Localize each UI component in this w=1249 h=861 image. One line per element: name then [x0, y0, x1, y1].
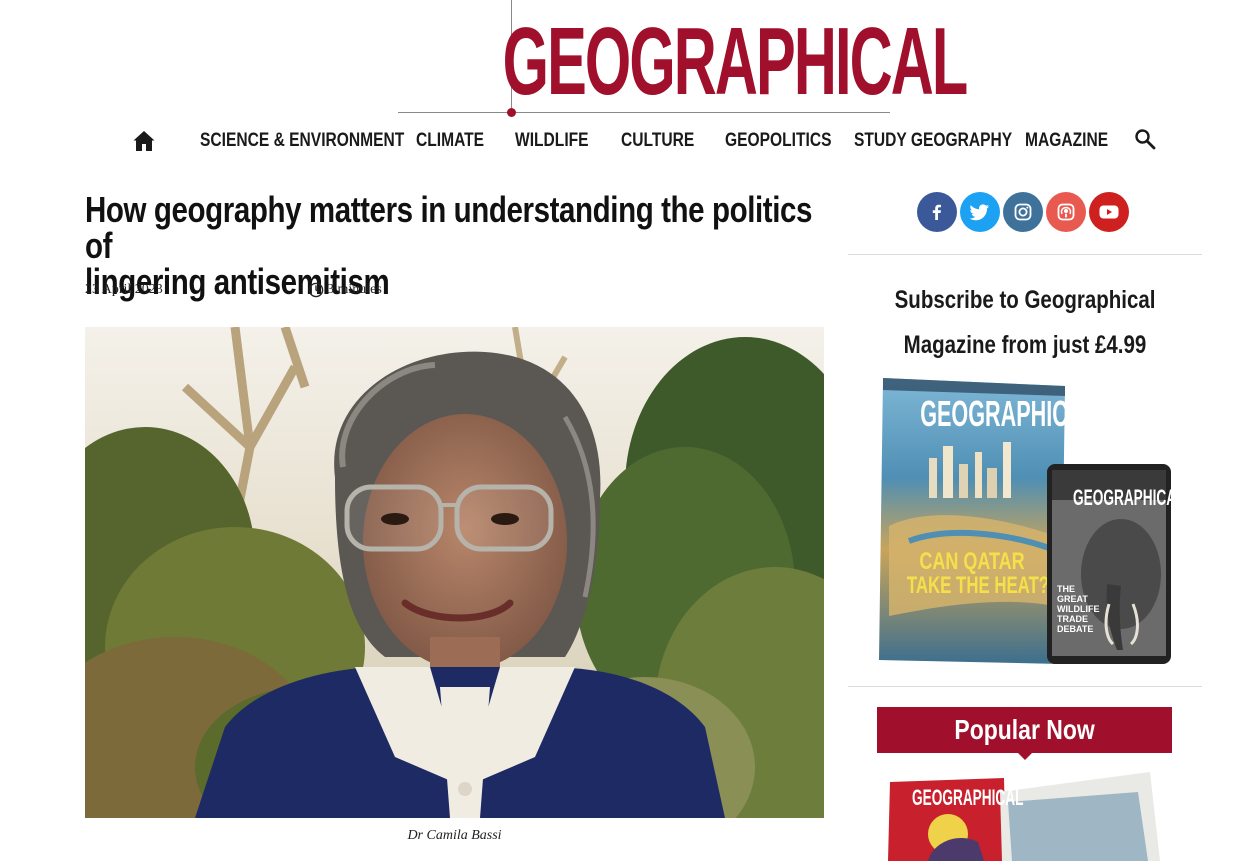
sidebar-divider-bottom: [848, 686, 1202, 687]
magazine-cover-digital[interactable]: GEOGRAPHICAL THE GREAT WILDLIFE TRADE DE…: [1047, 464, 1185, 664]
facebook-icon[interactable]: [917, 192, 957, 232]
article-hero-image: [85, 327, 824, 818]
main-nav: SCIENCE & ENVIRONMENT CLIMATE WILDLIFE C…: [0, 124, 1249, 158]
article-date: 23 April 2023: [85, 282, 163, 297]
popular-now-notch: [1018, 753, 1032, 760]
read-time: 3 minutes: [308, 280, 382, 300]
nav-item-science-environment[interactable]: SCIENCE & ENVIRONMENT: [200, 124, 404, 158]
subscribe-line-2: Magazine from just £4.99: [903, 331, 1147, 359]
youtube-icon[interactable]: [1089, 192, 1129, 232]
instagram-icon[interactable]: [1003, 192, 1043, 232]
cover-title: GEOGRAPHICAL: [920, 393, 1097, 434]
article-title: How geography matters in understanding t…: [85, 192, 823, 300]
clock-icon: [308, 282, 324, 298]
home-icon[interactable]: [132, 129, 156, 153]
popular-thumb-title: GEOGRAPHICAL: [912, 785, 1024, 810]
nav-item-climate[interactable]: CLIMATE: [416, 124, 484, 158]
tablet-title: GEOGRAPHICAL: [1073, 485, 1185, 510]
popular-now-heading: Popular Now: [877, 707, 1172, 753]
search-icon[interactable]: [1134, 128, 1156, 150]
magazine-cover-print[interactable]: GEOGRAPHICAL CAN QATAR TAKE THE HEAT?: [879, 376, 1097, 664]
article-title-line-1: How geography matters in understanding t…: [85, 189, 813, 266]
subscribe-line-1: Subscribe to Geographical: [894, 286, 1156, 314]
nav-item-magazine[interactable]: MAGAZINE: [1025, 124, 1108, 158]
twitter-icon[interactable]: [960, 192, 1000, 232]
masthead: GEOGRAPHICAL: [0, 0, 1249, 120]
nav-item-wildlife[interactable]: WILDLIFE: [515, 124, 589, 158]
nav-item-culture[interactable]: CULTURE: [621, 124, 694, 158]
tablet-headline-3: WILDLIFE: [1057, 604, 1100, 614]
podcast-icon[interactable]: [1046, 192, 1086, 232]
article-title-line-2: lingering antisemitism: [85, 261, 390, 302]
portrait-photo: [85, 327, 824, 818]
site-logo[interactable]: GEOGRAPHICAL: [398, 0, 969, 118]
nav-item-study-geography[interactable]: STUDY GEOGRAPHY: [854, 124, 1012, 158]
popular-now-label: Popular Now: [954, 714, 1095, 745]
image-caption: Dr Camila Bassi: [407, 828, 502, 843]
tablet-headline-2: GREAT: [1057, 594, 1088, 604]
cover-headline-1: CAN QATAR: [919, 548, 1025, 575]
read-time-text: 3 minutes: [327, 282, 382, 297]
tablet-headline-1: THE: [1057, 584, 1075, 594]
popular-article-thumbnail[interactable]: GEOGRAPHICAL: [888, 772, 1160, 861]
tablet-headline-5: DEBATE: [1057, 624, 1094, 634]
tablet-headline-4: TRADE: [1057, 614, 1088, 624]
cover-headline-2: TAKE THE HEAT?: [906, 572, 1050, 599]
social-links: [917, 192, 1129, 232]
subscribe-heading[interactable]: Subscribe to Geographical Magazine from …: [848, 278, 1202, 368]
nav-item-geopolitics[interactable]: GEOPOLITICS: [725, 124, 831, 158]
logo-text: GEOGRAPHICAL: [502, 8, 969, 115]
sidebar-divider-top: [848, 254, 1202, 255]
